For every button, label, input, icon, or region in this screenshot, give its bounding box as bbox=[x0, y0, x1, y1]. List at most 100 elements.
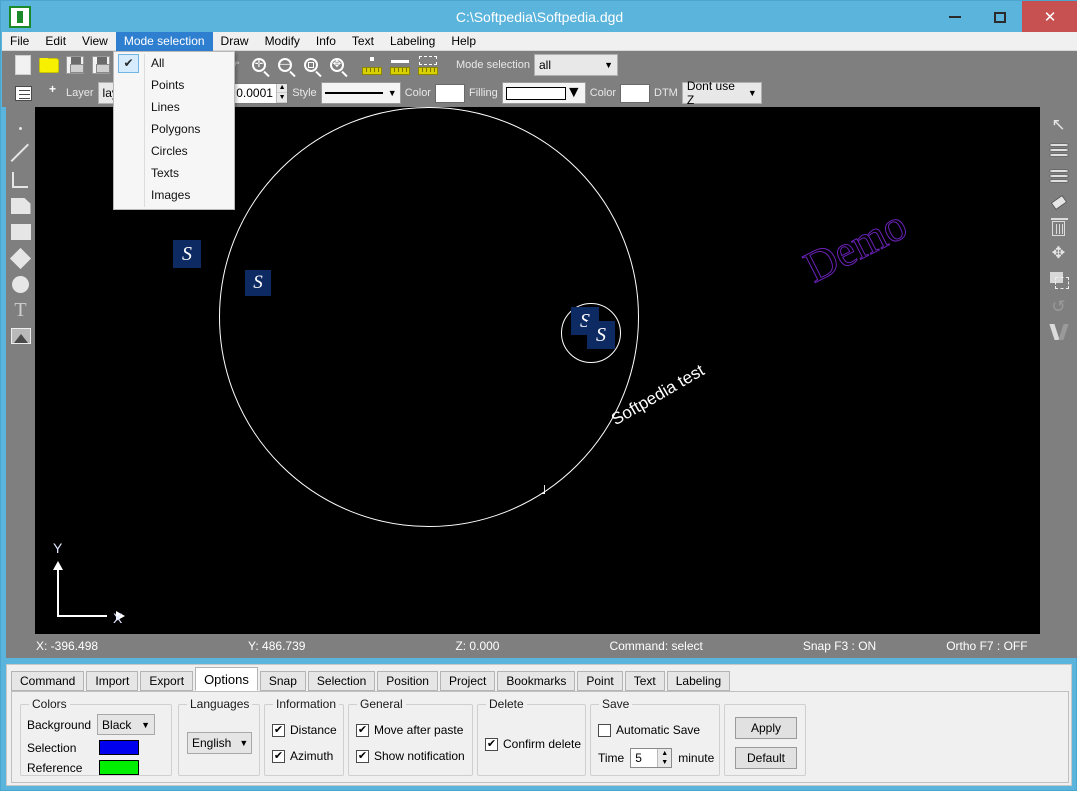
filling-combo[interactable]: ▼ bbox=[501, 82, 586, 104]
dropdown-item-points[interactable]: Points bbox=[114, 74, 234, 96]
polyline-icon bbox=[11, 172, 30, 188]
delete-tool-button[interactable] bbox=[1040, 215, 1077, 241]
canvas-image-object[interactable]: S bbox=[173, 240, 201, 268]
tab-options[interactable]: Options bbox=[195, 667, 258, 691]
zoom-out-button[interactable]: — bbox=[273, 53, 297, 77]
dropdown-item-images[interactable]: Images bbox=[114, 184, 234, 206]
dtm-label: DTM bbox=[654, 87, 678, 99]
zoom-window-button[interactable] bbox=[299, 53, 323, 77]
dropdown-item-all[interactable]: ✔ All bbox=[114, 52, 234, 74]
save-as-button[interactable] bbox=[89, 53, 113, 77]
menu-modify[interactable]: Modify bbox=[257, 32, 308, 51]
selection-color-swatch[interactable] bbox=[99, 740, 139, 755]
rectangle-tool-button[interactable] bbox=[6, 219, 35, 245]
tab-project[interactable]: Project bbox=[439, 671, 496, 691]
thickness-stepper[interactable]: ▲ ▼ bbox=[275, 83, 288, 103]
canvas-image-object[interactable]: S bbox=[587, 321, 615, 349]
tab-text[interactable]: Text bbox=[624, 671, 665, 691]
distance-checkbox[interactable]: ✔ Distance bbox=[272, 723, 337, 737]
open-file-button[interactable] bbox=[37, 53, 61, 77]
line-color-swatch[interactable] bbox=[434, 83, 465, 103]
mode-selection-combo[interactable]: all ▼ bbox=[534, 54, 618, 76]
mirror-tool-button[interactable] bbox=[1040, 319, 1077, 345]
circle-tool-button[interactable] bbox=[6, 271, 35, 297]
checkmark-placeholder bbox=[118, 164, 139, 183]
confirm-delete-checkbox[interactable]: ✔ Confirm delete bbox=[485, 737, 581, 751]
menu-draw[interactable]: Draw bbox=[213, 32, 257, 51]
apply-button[interactable]: Apply bbox=[735, 717, 797, 739]
dropdown-item-circles[interactable]: Circles bbox=[114, 140, 234, 162]
menu-view[interactable]: View bbox=[74, 32, 116, 51]
time-stepper[interactable]: ▲ ▼ bbox=[657, 749, 672, 767]
chevron-down-icon: ▼ bbox=[747, 88, 757, 98]
default-button[interactable]: Default bbox=[735, 747, 797, 769]
polyline-tool-button[interactable] bbox=[6, 167, 35, 193]
zoom-extents-button[interactable]: ✥ bbox=[325, 53, 349, 77]
thickness-input[interactable]: 0.0001 ▲ ▼ bbox=[232, 82, 289, 104]
stepper-down-icon[interactable]: ▼ bbox=[276, 93, 288, 103]
menu-info[interactable]: Info bbox=[308, 32, 344, 51]
layer-list-button[interactable] bbox=[11, 81, 35, 105]
line-tool-button[interactable] bbox=[6, 141, 35, 167]
dropdown-item-polygons[interactable]: Polygons bbox=[114, 118, 234, 140]
automatic-save-checkbox[interactable]: Automatic Save bbox=[598, 723, 700, 737]
menu-text[interactable]: Text bbox=[344, 32, 382, 51]
show-notification-checkbox[interactable]: ✔ Show notification bbox=[356, 749, 465, 763]
menu-labeling[interactable]: Labeling bbox=[382, 32, 443, 51]
dtm-combo[interactable]: Dont use Z ▼ bbox=[681, 79, 762, 107]
tab-bookmarks[interactable]: Bookmarks bbox=[497, 671, 576, 691]
menu-edit[interactable]: Edit bbox=[37, 32, 74, 51]
tab-labeling[interactable]: Labeling bbox=[666, 671, 731, 691]
time-spinner[interactable]: 5 ▲ ▼ bbox=[630, 748, 673, 768]
fill-color-swatch[interactable] bbox=[620, 83, 651, 103]
menu-file[interactable]: File bbox=[2, 32, 37, 51]
dropdown-item-texts[interactable]: Texts bbox=[114, 162, 234, 184]
tab-import[interactable]: Import bbox=[86, 671, 139, 691]
line-style-combo[interactable]: ▼ bbox=[320, 82, 401, 104]
measure-point-button[interactable] bbox=[359, 53, 385, 77]
menu-mode-selection[interactable]: Mode selection bbox=[115, 31, 213, 51]
text-tool-button[interactable]: T bbox=[6, 297, 35, 323]
add-layer-button[interactable]: + bbox=[37, 81, 61, 105]
tab-snap[interactable]: Snap bbox=[259, 671, 306, 691]
layers-tool-button[interactable] bbox=[1040, 137, 1077, 163]
dropdown-item-lines[interactable]: Lines bbox=[114, 96, 234, 118]
new-document-button[interactable] bbox=[11, 53, 35, 77]
image-tool-button[interactable] bbox=[6, 323, 35, 349]
close-button[interactable]: ✕ bbox=[1022, 1, 1077, 33]
copy-tool-button[interactable] bbox=[1040, 267, 1077, 293]
measure-area-button[interactable] bbox=[415, 53, 441, 77]
layer-list-icon bbox=[14, 85, 32, 101]
move-tool-button[interactable]: ✥ bbox=[1040, 241, 1077, 267]
rotate-tool-button[interactable]: ↺ bbox=[1040, 293, 1077, 319]
tab-selection[interactable]: Selection bbox=[307, 671, 376, 691]
background-color-select[interactable]: Black ▼ bbox=[97, 714, 156, 735]
layers-alt-tool-button[interactable] bbox=[1040, 163, 1077, 189]
stepper-up-icon[interactable]: ▲ bbox=[276, 83, 288, 93]
reference-color-swatch[interactable] bbox=[99, 760, 139, 775]
maximize-button[interactable] bbox=[977, 1, 1022, 33]
menu-help[interactable]: Help bbox=[443, 32, 484, 51]
polygon-tool-button[interactable] bbox=[6, 193, 35, 219]
azimuth-checkbox[interactable]: ✔ Azimuth bbox=[272, 749, 333, 763]
tab-command[interactable]: Command bbox=[11, 671, 85, 691]
move-after-paste-checkbox[interactable]: ✔ Move after paste bbox=[356, 723, 463, 737]
save-button[interactable] bbox=[63, 53, 87, 77]
move-after-paste-label: Move after paste bbox=[374, 723, 464, 737]
language-select[interactable]: English ▼ bbox=[187, 732, 252, 754]
select-arrow-tool-button[interactable]: ↖ bbox=[1040, 111, 1077, 137]
minimize-button[interactable] bbox=[932, 1, 977, 33]
point-tool-button[interactable] bbox=[6, 115, 35, 141]
canvas-text-demo[interactable]: Demo bbox=[796, 199, 915, 293]
zoom-in-button[interactable]: ✛ bbox=[247, 53, 271, 77]
canvas-image-object[interactable]: S bbox=[245, 270, 271, 296]
stepper-down-icon[interactable]: ▼ bbox=[658, 758, 672, 767]
measure-line-button[interactable] bbox=[387, 53, 413, 77]
stepper-up-icon[interactable]: ▲ bbox=[658, 749, 672, 758]
tab-position[interactable]: Position bbox=[377, 671, 438, 691]
tab-point[interactable]: Point bbox=[577, 671, 623, 691]
mode-selection-dropdown-menu[interactable]: ✔ All Points Lines Polygons Circles Text… bbox=[113, 51, 235, 210]
eraser-tool-button[interactable] bbox=[1040, 189, 1077, 215]
diamond-tool-button[interactable] bbox=[6, 245, 35, 271]
tab-export[interactable]: Export bbox=[140, 671, 194, 691]
